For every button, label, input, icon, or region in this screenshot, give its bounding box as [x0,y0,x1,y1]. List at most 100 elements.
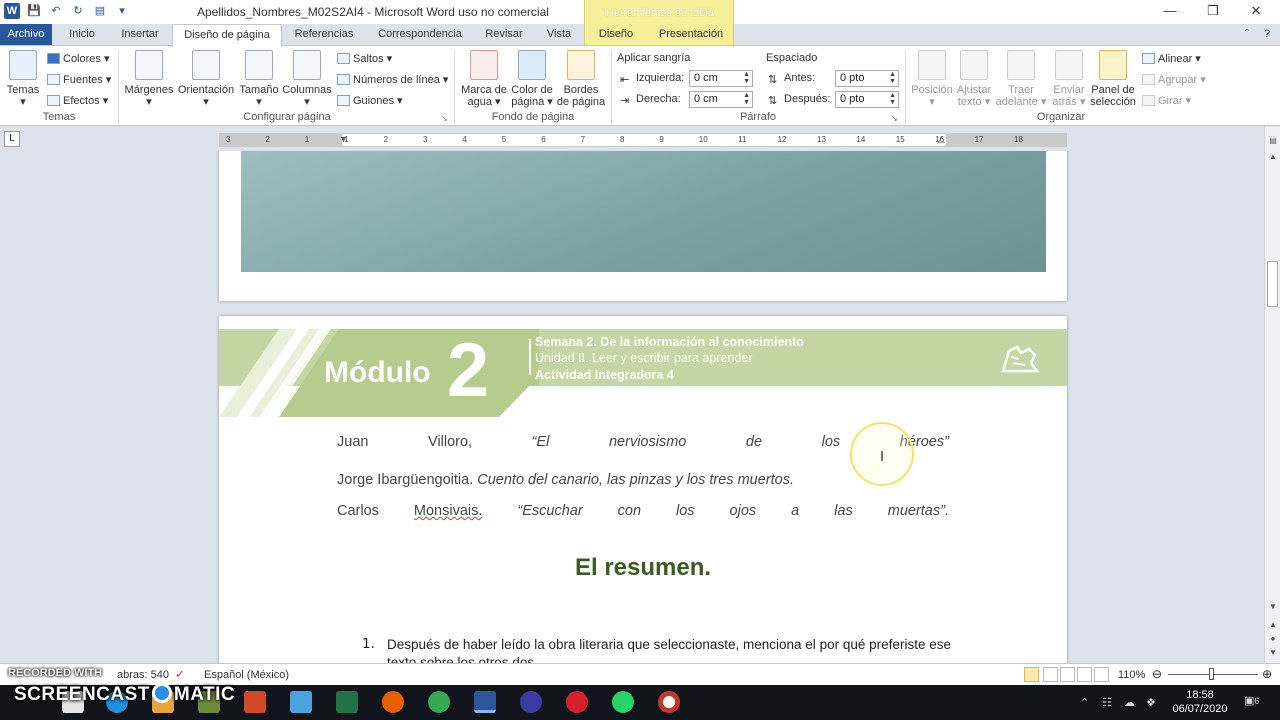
opera-icon[interactable] [566,691,588,713]
indent-marker-icon[interactable]: ▼ [339,134,348,146]
close-button[interactable]: ✕ [1241,3,1271,21]
web-layout-view-button[interactable] [1060,667,1075,682]
position-button[interactable]: Posición ▾ [909,50,955,108]
notifications-icon[interactable]: ▣6 [1244,694,1259,707]
print-layout-view-button[interactable] [1024,667,1039,682]
tab-diseno-de-pagina[interactable]: Diseño de página [172,24,282,47]
spinner-arrows-icon[interactable]: ▲ ▼ [743,92,750,106]
horizontal-ruler[interactable]: 3 2 1 1 2 3 4 5 6 7 8 9 10 11 12 13 14 15 16 17 18 ▼ △ [219,133,1067,147]
save-icon[interactable]: 💾 [26,3,42,19]
powerpoint-icon[interactable] [244,691,266,713]
ruler-toggle-icon[interactable]: ▤ [1267,135,1279,147]
word-app-icon[interactable]: W [4,3,20,19]
spinner-arrows-icon[interactable]: ▲ ▼ [743,71,750,85]
page-current[interactable]: Módulo 2 Semana 2. De la información al … [219,316,1067,663]
minimize-ribbon-icon[interactable]: ˆ [1240,24,1254,46]
line-numbers-button[interactable]: Números de línea ▾ [337,73,448,86]
watermark-dot-icon [151,683,172,703]
tray-app-icon[interactable]: ❖ [1146,696,1156,709]
align-button[interactable]: Alinear ▾ [1142,52,1201,65]
zoom-slider-thumb[interactable] [1209,668,1215,680]
clock[interactable]: 18:58 06/07/2020 [1170,688,1230,716]
colors-button[interactable]: Colores ▾ [47,52,109,65]
page-color-button[interactable]: Color de página ▾ [509,50,555,108]
proofing-icon[interactable]: ✓ [175,667,185,681]
paragraph-launcher-icon[interactable]: ↘ [891,114,898,123]
wrap-text-button[interactable]: Ajustar texto ▾ [953,50,995,108]
tab-presentacion[interactable]: Presentación [652,24,730,46]
themes-button[interactable]: Temas ▾ [6,50,40,108]
tab-inicio[interactable]: Inicio [58,24,106,46]
recorder-icon[interactable] [658,691,680,713]
zoom-out-icon[interactable]: ⊖ [1152,667,1162,681]
indent-left-input[interactable]: 0 cm ▲ ▼ [689,70,753,87]
undo-icon[interactable]: ↶ [48,3,64,19]
page-setup-launcher-icon[interactable]: ↘ [441,114,448,123]
excel-icon[interactable] [336,691,358,713]
language-indicator[interactable]: Español (México) [204,669,289,681]
word-count[interactable]: abras: 540 [117,669,169,681]
network-icon[interactable]: ☷ [1102,696,1112,709]
help-icon[interactable]: ? [1260,24,1274,46]
word-taskbar-icon[interactable] [474,691,496,713]
rotate-button[interactable]: Girar ▾ [1142,94,1191,107]
wrap-text-label-2: texto [957,96,982,108]
spinner-arrows-icon[interactable]: ▲ ▼ [889,92,896,106]
breaks-button[interactable]: Saltos ▾ [337,52,392,65]
send-backward-button[interactable]: Enviar atrás ▾ [1047,50,1091,108]
tab-diseno[interactable]: Diseño [590,24,642,46]
hyphenation-button[interactable]: Guiones ▾ [337,94,403,107]
previous-page-icon[interactable]: ▲ [1267,619,1279,631]
selection-pane-button[interactable]: Panel de selección [1089,50,1137,108]
scroll-up-icon[interactable]: ▲ [1267,151,1279,163]
tab-correspondencia[interactable]: Correspondencia [368,24,472,46]
size-button[interactable]: Tamaño ▾ [238,50,280,108]
watermark-button[interactable]: Marca de agua ▾ [459,50,509,108]
whatsapp-icon[interactable] [612,691,634,713]
spacing-after-input[interactable]: 0 pto ▲ ▼ [835,91,899,108]
group-button[interactable]: Agrupar ▾ [1142,73,1206,86]
bring-forward-button[interactable]: Traer adelante ▾ [995,50,1047,108]
themes-icon [9,50,37,80]
scroll-down-icon[interactable]: ▼ [1267,601,1279,613]
tab-referencias[interactable]: Referencias [288,24,360,46]
draft-view-button[interactable] [1094,667,1109,682]
onedrive-icon[interactable]: ☁ [1124,696,1135,709]
tab-vista[interactable]: Vista [538,24,580,46]
page-borders-button[interactable]: Bordes de página [555,50,607,108]
spacing-before-input[interactable]: 0 pto ▲ ▼ [835,70,899,87]
full-screen-view-button[interactable] [1043,667,1058,682]
tab-revisar[interactable]: Revisar [478,24,530,46]
tray-chevron-icon[interactable]: ⌃ [1080,696,1089,709]
outline-view-button[interactable] [1077,667,1092,682]
minimize-button[interactable]: — [1155,3,1185,21]
tab-archivo[interactable]: Archivo [0,24,52,46]
tab-stop-selector-icon[interactable]: L [4,131,20,147]
orientation-button[interactable]: Orientación ▾ [176,50,236,108]
spacing-heading: Espaciado [766,52,818,64]
fonts-button[interactable]: Fuentes ▾ [47,73,111,86]
firefox-icon[interactable] [382,691,404,713]
tab-insertar[interactable]: Insertar [112,24,168,46]
scroll-thumb[interactable] [1267,261,1278,307]
redo-icon[interactable]: ↻ [70,3,86,19]
restore-button[interactable]: ❐ [1198,3,1228,21]
zoom-level[interactable]: 110% [1118,669,1145,681]
indent-right-input[interactable]: 0 cm ▲ ▼ [689,91,753,108]
print-preview-icon[interactable]: ▤ [92,3,108,19]
vertical-scrollbar[interactable]: ▤ ▲ ▼ ▲ ● ▼ [1264,127,1280,663]
effects-button[interactable]: Efectos ▾ [47,94,108,107]
zoom-in-icon[interactable]: ⊕ [1262,667,1272,681]
app-icon[interactable] [520,691,542,713]
bring-forward-icon [1007,50,1035,80]
right-indent-marker-icon[interactable]: △ [938,134,946,146]
margins-button[interactable]: Márgenes ▾ [124,50,174,108]
chrome-icon[interactable] [428,691,450,713]
photos-icon[interactable] [290,691,312,713]
columns-button[interactable]: Columnas ▾ [282,50,332,108]
browse-object-icon[interactable]: ● [1267,633,1279,645]
document-area[interactable]: Módulo 2 Semana 2. De la información al … [0,151,1264,663]
spinner-arrows-icon[interactable]: ▲ ▼ [889,71,896,85]
customize-toolbar-icon[interactable]: ▾ [114,3,130,19]
next-page-icon[interactable]: ▼ [1267,647,1279,659]
